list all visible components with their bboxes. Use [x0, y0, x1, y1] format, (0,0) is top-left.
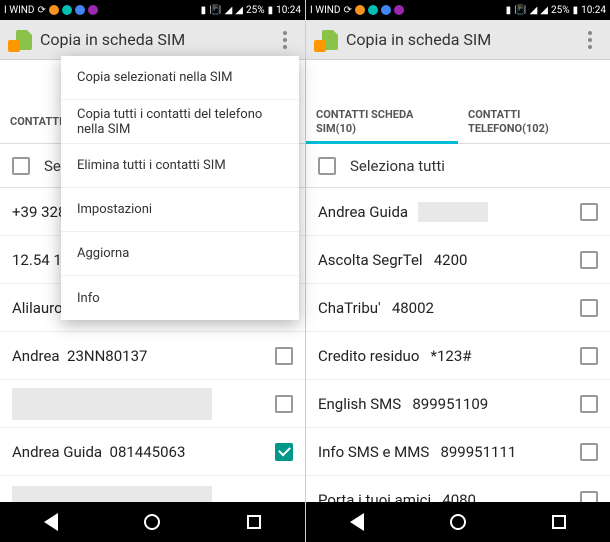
sync-icon: ⟳ — [38, 5, 46, 16]
back-button[interactable] — [41, 512, 61, 532]
tab-bar: CONTATTI SCHEDA SIM(10) CONTATTI TELEFON… — [306, 100, 610, 144]
contact-row[interactable]: Info SMS e MMS 899951111 — [306, 428, 610, 476]
contact-name: Ascolta SegrTel 4200 — [318, 251, 572, 269]
notif-dot — [381, 5, 391, 15]
battery-icon: ▮ — [268, 5, 274, 16]
app-title: Copia in scheda SIM — [40, 30, 273, 49]
contact-list: Andrea Guida Ascolta SegrTel 4200 ChaTri… — [306, 188, 610, 502]
tab-label-line2: TELEFONO(102) — [468, 122, 549, 135]
contact-name: Porta i tuoi amici 4080 — [318, 491, 572, 503]
notif-dot — [49, 5, 59, 15]
vibrate-icon: 📳 — [209, 5, 221, 16]
menu-item-settings[interactable]: Impostazioni — [61, 188, 299, 232]
signal-icon: ◢ — [225, 5, 233, 16]
tab-label-line1: CONTATTI — [468, 108, 549, 121]
overflow-menu: Copia selezionati nella SIM Copia tutti … — [61, 56, 299, 320]
overflow-menu-button[interactable] — [273, 31, 297, 49]
contact-row[interactable]: Ascolta SegrTel 4200 — [306, 236, 610, 284]
notif-dot — [62, 5, 72, 15]
navigation-bar — [306, 502, 610, 542]
signal-icon: ◢ — [530, 5, 538, 16]
contact-checkbox[interactable] — [275, 443, 293, 461]
contact-name: English SMS 899951109 — [318, 395, 572, 413]
contact-name: Andrea 23NN80137 — [12, 347, 267, 365]
contact-row[interactable]: Andrea Guida 081445063 — [0, 428, 305, 476]
navigation-bar — [0, 502, 305, 542]
contact-name: Andrea Guida 081445063 — [12, 443, 267, 461]
app-icon — [8, 28, 32, 52]
recent-button[interactable] — [244, 512, 264, 532]
nfc-icon: ▮ — [506, 5, 512, 16]
app-title: Copia in scheda SIM — [346, 30, 578, 49]
status-bar: I WIND ⟳ ▮ 📳 ◢ ◢ 25% ▮ 10:24 — [306, 0, 610, 20]
recent-button[interactable] — [549, 512, 569, 532]
contact-checkbox[interactable] — [580, 491, 598, 503]
redacted-number — [418, 202, 488, 222]
signal-icon: ◢ — [235, 5, 243, 16]
contact-row[interactable] — [0, 476, 305, 502]
contact-checkbox[interactable] — [580, 395, 598, 413]
redacted-contact — [12, 388, 212, 420]
select-all-checkbox[interactable] — [12, 157, 30, 175]
home-button[interactable] — [448, 512, 468, 532]
contact-checkbox[interactable] — [580, 251, 598, 269]
battery-icon: ▮ — [573, 5, 579, 16]
back-button[interactable] — [347, 512, 367, 532]
tab-phone-contacts[interactable]: CONTATTI TELEFONO(102) — [458, 100, 610, 143]
contact-checkbox[interactable] — [580, 347, 598, 365]
sync-icon: ⟳ — [344, 5, 352, 16]
vibrate-icon: 📳 — [514, 5, 526, 16]
app-icon — [314, 28, 338, 52]
notif-dot — [75, 5, 85, 15]
select-all-label: Seleziona tutti — [350, 157, 445, 175]
signal-icon: ◢ — [540, 5, 548, 16]
notif-dot — [368, 5, 378, 15]
carrier-label: I WIND — [310, 5, 341, 16]
battery-label: 25% — [551, 5, 570, 16]
contact-checkbox[interactable] — [580, 203, 598, 221]
battery-label: 25% — [246, 5, 265, 16]
redacted-contact — [12, 486, 212, 503]
menu-item-refresh[interactable]: Aggiorna — [61, 232, 299, 276]
ad-space — [306, 60, 610, 100]
contact-row[interactable] — [0, 380, 305, 428]
tab-sim-contacts[interactable]: CONTATTI SCHEDA SIM(10) — [306, 100, 458, 143]
notif-dot — [88, 5, 98, 15]
contact-name: ChaTribu' 48002 — [318, 299, 572, 317]
contact-checkbox[interactable] — [275, 347, 293, 365]
tab-label-line1: CONTATTI SCHEDA — [316, 108, 413, 121]
contact-name: Andrea Guida — [318, 203, 408, 221]
contact-row[interactable]: English SMS 899951109 — [306, 380, 610, 428]
status-bar: I WIND ⟳ ▮ 📳 ◢ ◢ 25% ▮ 10:24 — [0, 0, 305, 20]
contact-row[interactable]: Credito residuo *123# — [306, 332, 610, 380]
contact-row[interactable]: Porta i tuoi amici 4080 — [306, 476, 610, 502]
menu-item-delete-all[interactable]: Elimina tutti i contatti SIM — [61, 144, 299, 188]
contact-row[interactable]: ChaTribu' 48002 — [306, 284, 610, 332]
contact-checkbox[interactable] — [580, 443, 598, 461]
contact-checkbox[interactable] — [275, 395, 293, 413]
app-bar: Copia in scheda SIM — [0, 20, 305, 60]
nfc-icon: ▮ — [201, 5, 207, 16]
clock-label: 10:24 — [276, 5, 301, 16]
notif-dot — [394, 5, 404, 15]
menu-item-copy-selected[interactable]: Copia selezionati nella SIM — [61, 56, 299, 100]
app-bar: Copia in scheda SIM — [306, 20, 610, 60]
contact-name: Credito residuo *123# — [318, 347, 572, 365]
tab-label-line2: SIM(10) — [316, 122, 413, 135]
overflow-menu-button[interactable] — [578, 31, 602, 49]
menu-item-info[interactable]: Info — [61, 276, 299, 320]
contact-row[interactable]: Andrea 23NN80137 — [0, 332, 305, 380]
contact-row[interactable]: Andrea Guida — [306, 188, 610, 236]
notif-dot — [355, 5, 365, 15]
home-button[interactable] — [142, 512, 162, 532]
clock-label: 10:24 — [581, 5, 606, 16]
select-all-checkbox[interactable] — [318, 157, 336, 175]
contact-checkbox[interactable] — [580, 299, 598, 317]
select-all-row[interactable]: Seleziona tutti — [306, 144, 610, 188]
carrier-label: I WIND — [4, 5, 35, 16]
menu-item-copy-all[interactable]: Copia tutti i contatti del telefono nell… — [61, 100, 299, 144]
contact-name: Info SMS e MMS 899951111 — [318, 443, 572, 461]
